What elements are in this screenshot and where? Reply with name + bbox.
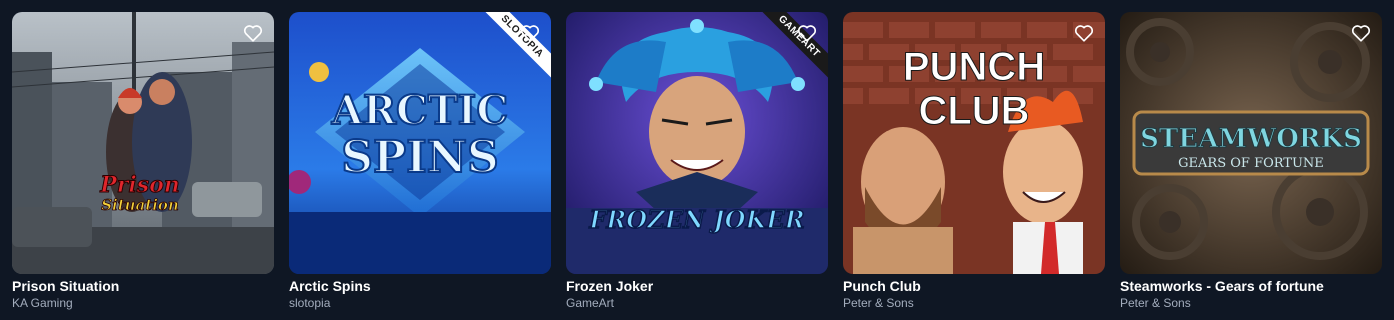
game-provider: Peter & Sons xyxy=(843,296,914,310)
svg-text:FROZEN JOKER: FROZEN JOKER xyxy=(588,205,804,234)
svg-text:STEAMWORKS: STEAMWORKS xyxy=(1140,124,1362,154)
game-provider: slotopia xyxy=(289,296,331,310)
game-thumbnail[interactable]: STEAMWORKS GEARS OF FORTUNE xyxy=(1120,12,1382,274)
game-provider: GameArt xyxy=(566,296,615,310)
game-card-prison-situation[interactable]: Prison Situation Prison Situation KA Gam… xyxy=(12,12,274,312)
heart-outline-icon[interactable] xyxy=(242,22,264,44)
game-title[interactable]: Frozen Joker xyxy=(566,278,653,294)
game-title[interactable]: Punch Club xyxy=(843,278,921,294)
heart-outline-icon[interactable] xyxy=(519,22,541,44)
svg-text:CLUB: CLUB xyxy=(918,89,1029,133)
game-card-punch-club[interactable]: PUNCH CLUB Punch Club Peter & Sons xyxy=(843,12,1105,312)
game-artwork: ARCTIC SPINS xyxy=(289,12,551,274)
heart-outline-icon[interactable] xyxy=(1350,22,1372,44)
svg-text:Prison: Prison xyxy=(99,172,180,198)
game-card-frozen-joker[interactable]: FROZEN JOKER GAMEART Frozen Joker GameAr… xyxy=(566,12,828,312)
heart-outline-icon[interactable] xyxy=(1073,22,1095,44)
svg-text:SPINS: SPINS xyxy=(341,132,498,183)
game-artwork: Prison Situation xyxy=(12,12,274,274)
svg-text:PUNCH: PUNCH xyxy=(903,45,1045,89)
svg-text:Situation: Situation xyxy=(101,196,179,214)
heart-outline-icon[interactable] xyxy=(796,22,818,44)
game-thumbnail[interactable]: Prison Situation xyxy=(12,12,274,274)
game-card-steamworks[interactable]: STEAMWORKS GEARS OF FORTUNE Steamworks -… xyxy=(1120,12,1382,312)
game-thumbnail[interactable]: FROZEN JOKER GAMEART xyxy=(566,12,828,274)
game-grid: Prison Situation Prison Situation KA Gam… xyxy=(0,0,1394,320)
game-artwork: FROZEN JOKER xyxy=(566,12,828,274)
svg-text:GEARS OF FORTUNE: GEARS OF FORTUNE xyxy=(1178,156,1324,171)
game-artwork: PUNCH CLUB xyxy=(843,12,1105,274)
game-provider: KA Gaming xyxy=(12,296,73,310)
game-card-arctic-spins[interactable]: ARCTIC SPINS SLOTOPIA Arctic Spins sloto… xyxy=(289,12,551,312)
game-thumbnail[interactable]: PUNCH CLUB xyxy=(843,12,1105,274)
game-provider: Peter & Sons xyxy=(1120,296,1191,310)
game-thumbnail[interactable]: ARCTIC SPINS SLOTOPIA xyxy=(289,12,551,274)
game-title[interactable]: Steamworks - Gears of fortune xyxy=(1120,278,1324,294)
game-title[interactable]: Prison Situation xyxy=(12,278,119,294)
game-artwork: STEAMWORKS GEARS OF FORTUNE xyxy=(1120,12,1382,274)
game-title[interactable]: Arctic Spins xyxy=(289,278,371,294)
svg-text:ARCTIC: ARCTIC xyxy=(331,87,508,134)
